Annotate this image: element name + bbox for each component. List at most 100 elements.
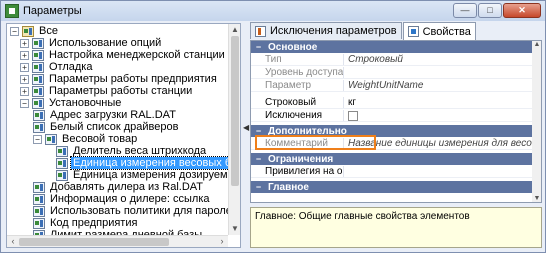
tree-item-label: Установочные — [49, 97, 122, 109]
parameter-group-icon — [32, 37, 44, 49]
collapse-panel-icon[interactable]: ◀ — [243, 123, 249, 132]
tree-item[interactable]: + Настройка менеджерской станции — [20, 49, 227, 61]
tree-item[interactable]: Использовать политики для паролей — [33, 205, 240, 217]
tree-item[interactable]: Добавлять дилера из Ral.DAT — [33, 181, 205, 193]
property-name: Привилегия на объект — [265, 166, 343, 177]
property-row-exceptions[interactable]: Исключения — [251, 110, 532, 122]
collapse-icon[interactable]: − — [254, 182, 263, 192]
tree-item[interactable]: Код предприятия — [33, 217, 139, 229]
tree-item[interactable]: + Параметры работы станции — [20, 85, 194, 97]
expand-icon[interactable]: + — [20, 38, 29, 48]
collapse-icon[interactable]: − — [20, 98, 29, 108]
expand-icon[interactable]: + — [20, 86, 29, 96]
parameter-icon — [33, 109, 45, 121]
property-value — [343, 67, 532, 78]
parameter-group-icon — [32, 49, 44, 61]
scroll-down-icon[interactable]: ▼ — [229, 223, 240, 234]
property-row-parameter[interactable]: Параметр WeightUnitName — [251, 80, 532, 92]
expand-icon[interactable]: + — [20, 50, 29, 60]
parameter-icon — [33, 181, 45, 193]
parameter-icon — [56, 145, 68, 157]
properties-icon — [407, 26, 419, 37]
scroll-up-icon[interactable]: ▲ — [532, 41, 541, 48]
tree-item-label: Информация о дилере: ссылка — [50, 193, 210, 205]
collapse-icon[interactable]: − — [10, 26, 19, 36]
collapse-icon[interactable]: − — [33, 134, 42, 144]
tab-label: Исключения параметров — [270, 25, 397, 37]
tree-item-label: Настройка менеджерской станции — [49, 49, 225, 61]
parameter-group-icon — [45, 133, 57, 145]
scroll-down-icon[interactable]: ▼ — [532, 195, 541, 202]
tree-item-label: Добавлять дилера из Ral.DAT — [50, 181, 204, 193]
parameter-group-icon — [32, 85, 44, 97]
tree-item[interactable]: − Весовой товар — [33, 133, 139, 145]
tree-item-label: Использовать политики для паролей — [50, 205, 239, 217]
expand-icon[interactable]: + — [20, 74, 29, 84]
tree-horizontal-scrollbar[interactable]: ‹ › — [7, 235, 228, 247]
parameter-group-icon — [32, 61, 44, 73]
tree-vertical-scrollbar[interactable]: ▲ ▼ — [228, 24, 240, 235]
exclusions-icon — [255, 25, 266, 37]
exceptions-checkbox[interactable] — [348, 111, 358, 121]
collapse-icon[interactable]: − — [254, 154, 263, 164]
property-value: WeightUnitName — [343, 80, 532, 91]
grid-vertical-scrollbar[interactable]: ▲ ▼ — [532, 41, 541, 202]
parameter-group-icon — [32, 73, 44, 85]
property-value — [343, 166, 532, 177]
tree-item-label: Параметры работы станции — [49, 85, 193, 97]
scroll-thumb[interactable] — [19, 238, 169, 246]
tree-item[interactable]: Белый список драйверов — [33, 121, 180, 133]
tree-item[interactable]: − Установочные — [20, 97, 123, 109]
parameter-icon — [33, 205, 45, 217]
tree-item[interactable]: Адрес загрузки RAL.DAT — [33, 109, 178, 121]
edited-value-highlight — [255, 135, 376, 150]
scroll-right-icon[interactable]: › — [216, 236, 228, 247]
parameter-group-icon — [32, 97, 44, 109]
tab-exclusions[interactable]: Исключения параметров — [250, 22, 402, 39]
tab-label: Свойства — [422, 25, 471, 38]
property-row-type[interactable]: Тип Строковый — [251, 54, 532, 66]
tree-item-label: Белый список драйверов — [50, 121, 179, 133]
tree-item-label: Весовой товар — [62, 133, 138, 145]
parameter-tree[interactable]: − Все + Использование опций + Настройка … — [6, 23, 241, 248]
tree-item[interactable]: + Использование опций — [20, 37, 163, 49]
parameter-icon — [33, 193, 45, 205]
parameter-icon — [33, 217, 45, 229]
property-name: Параметр — [265, 80, 312, 91]
scroll-up-icon[interactable]: ▲ — [229, 24, 240, 35]
tree-item-all[interactable]: − Все — [10, 25, 60, 37]
property-row-privilege[interactable]: Привилегия на объект — [251, 166, 532, 178]
root-folder-icon — [22, 25, 34, 37]
property-value: Строковый — [343, 54, 532, 65]
tab-properties[interactable]: Свойства — [402, 22, 476, 40]
description-text: Главное: Общие главные свойства элементо… — [255, 211, 470, 222]
collapse-icon[interactable]: − — [254, 42, 263, 52]
tree-item[interactable]: + Параметры работы предприятия — [20, 73, 219, 85]
panel-splitter[interactable]: ◀ — [243, 23, 249, 248]
tree-item[interactable]: Единица измерения дозируемых блюд — [56, 169, 241, 181]
category-basic[interactable]: − Основное — [251, 41, 532, 53]
property-name: Уровень доступа — [265, 67, 343, 78]
maximize-button[interactable]: □ — [478, 3, 502, 18]
tree-item[interactable]: Делитель веса штрихкода — [56, 145, 208, 157]
minimize-button[interactable]: — — [453, 3, 477, 18]
tree-item-label: Адрес загрузки RAL.DAT — [50, 109, 176, 121]
category-restrictions[interactable]: − Ограничения — [251, 153, 532, 165]
tree-item[interactable]: Информация о дилере: ссылка — [33, 193, 212, 205]
scroll-thumb[interactable] — [231, 36, 239, 186]
property-row-access-level[interactable]: Уровень доступа — [251, 67, 532, 79]
description-panel: Главное: Общие главные свойства элементо… — [250, 207, 542, 248]
tree-item-selected[interactable]: Единица измерения весовых блюд — [56, 156, 240, 170]
tree-item-label: Единица измерения дозируемых блюд — [73, 169, 241, 181]
property-grid[interactable]: − Основное Тип Строковый Уровень доступа… — [250, 40, 542, 203]
property-row-string[interactable]: Строковый кг — [251, 97, 532, 109]
string-value-input[interactable]: кг — [343, 97, 532, 108]
tab-bar: Исключения параметров Свойства — [250, 22, 477, 40]
category-main[interactable]: − Главное — [251, 181, 532, 193]
tree-item[interactable]: + Отладка — [20, 61, 94, 73]
close-button[interactable]: ✕ — [503, 3, 541, 18]
scroll-left-icon[interactable]: ‹ — [7, 236, 19, 247]
category-label: Главное — [268, 181, 309, 193]
expand-icon[interactable]: + — [20, 62, 29, 72]
window-title: Параметры — [23, 5, 82, 17]
